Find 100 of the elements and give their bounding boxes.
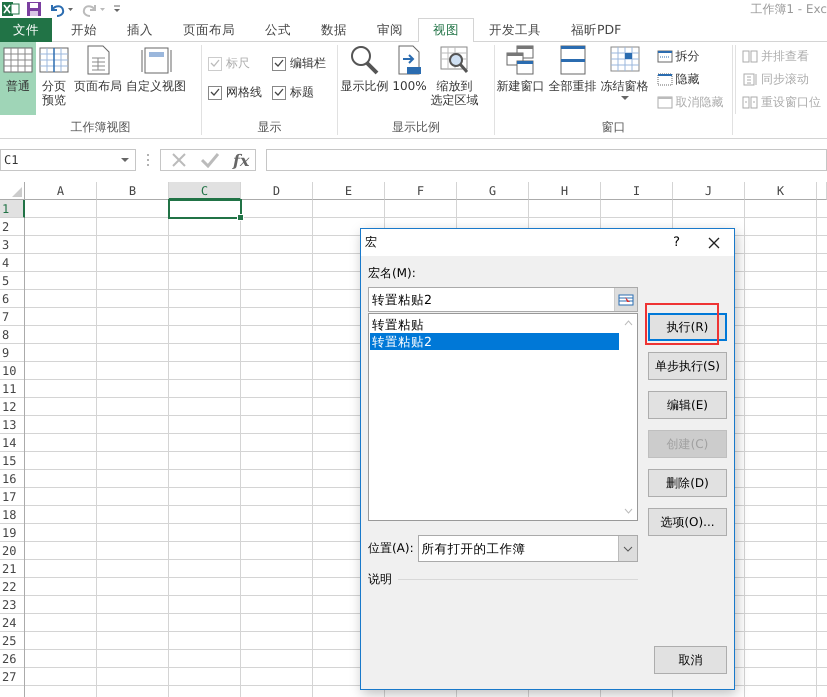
help-button[interactable]: ? (659, 235, 694, 250)
ribbon-tab[interactable]: 数据 (306, 18, 362, 42)
row-header[interactable]: 26 (0, 650, 24, 668)
macro-list-item[interactable]: 转置粘贴2 (370, 333, 619, 350)
fill-handle[interactable] (237, 214, 244, 221)
dialog-button[interactable]: 执行(R) (648, 313, 727, 341)
name-box[interactable]: C1 (0, 149, 136, 171)
field-label: 宏名(M): (368, 265, 417, 282)
dialog-button[interactable]: 选项(O)... (648, 508, 727, 536)
row-header[interactable]: 12 (0, 398, 24, 416)
checkbox[interactable] (208, 86, 222, 100)
ribbon-small-button[interactable]: 隐藏 (654, 70, 726, 89)
macro-list[interactable]: 转置粘贴 转置粘贴2 (368, 313, 638, 521)
group-label: 工作簿视图 (69, 119, 132, 135)
macro-name-field[interactable]: 转置粘贴2 (368, 287, 638, 312)
ribbon-tab[interactable]: 审阅 (362, 18, 418, 42)
ribbon-button[interactable]: 普通 (0, 42, 36, 115)
ribbon-button[interactable]: 100% (390, 42, 429, 115)
ribbon-button[interactable]: 新建窗口 (494, 42, 547, 115)
ribbon-tab[interactable]: 公式 (250, 18, 306, 42)
chevron-down-icon (623, 546, 633, 552)
row-header[interactable]: 27 (0, 668, 24, 686)
cancel-button[interactable]: 取消 (654, 646, 727, 674)
checkbox[interactable] (272, 56, 286, 70)
ribbon-tab[interactable]: 文件 (0, 18, 52, 42)
column-header[interactable]: J (673, 182, 745, 200)
column-header[interactable]: F (385, 182, 457, 200)
selected-cell[interactable] (168, 199, 242, 219)
ribbon-button[interactable]: 全部重排 (546, 42, 599, 115)
row-header[interactable]: 21 (0, 560, 24, 578)
row-header[interactable]: 23 (0, 596, 24, 614)
dialog-button[interactable]: 编辑(E) (648, 391, 727, 419)
reset-window-icon (742, 95, 758, 110)
formula-input[interactable] (266, 149, 827, 171)
row-header[interactable]: 13 (0, 416, 24, 434)
group-label: 显示 (256, 119, 283, 135)
ribbon-button[interactable]: 自定义视图 (124, 42, 188, 115)
ribbon-tab[interactable]: 福昕PDF (556, 18, 636, 42)
column-header[interactable]: C (169, 182, 241, 200)
column-header[interactable]: H (529, 182, 601, 200)
magnifier-icon (348, 44, 380, 76)
checkbox-option[interactable]: 编辑栏 (272, 55, 326, 72)
row-header[interactable]: 6 (0, 290, 24, 308)
row-header[interactable]: 22 (0, 578, 24, 596)
row-header[interactable]: 7 (0, 308, 24, 326)
row-header[interactable]: 18 (0, 506, 24, 524)
ribbon-button[interactable]: 显示比例 (338, 42, 390, 115)
close-icon (708, 236, 720, 248)
check-icon[interactable] (201, 152, 219, 168)
column-header[interactable]: E (313, 182, 385, 200)
macro-list-item[interactable]: 转置粘贴 (370, 316, 619, 333)
row-header[interactable]: 1 (0, 200, 25, 218)
row-header[interactable]: 2 (0, 218, 24, 236)
checkbox[interactable] (272, 86, 286, 100)
column-header[interactable]: D (241, 182, 313, 200)
ribbon-button[interactable]: 冻结窗格 (598, 42, 651, 115)
ribbon-button[interactable]: 分页 预览 (36, 42, 72, 115)
ribbon-button[interactable]: 缩放到 选定区域 (428, 42, 481, 115)
ribbon-button[interactable]: 页面布局 (72, 42, 124, 115)
check-icon (210, 59, 220, 68)
row-header[interactable]: 10 (0, 362, 24, 380)
window-title: 工作簿1 - Exc (750, 0, 827, 18)
ribbon-tab[interactable]: 开发工具 (474, 18, 556, 42)
column-header[interactable]: K (745, 182, 817, 200)
row-header[interactable]: 3 (0, 236, 24, 254)
row-header[interactable]: 25 (0, 632, 24, 650)
row-header[interactable]: 16 (0, 470, 24, 488)
dialog-button[interactable]: 单步执行(S) (648, 352, 727, 380)
split-icon (656, 49, 673, 64)
row-header[interactable]: 5 (0, 272, 24, 290)
ribbon-tab[interactable]: 插入 (112, 18, 168, 42)
caret-icon (121, 158, 129, 162)
row-header[interactable]: 20 (0, 542, 24, 560)
row-header[interactable]: 19 (0, 524, 24, 542)
row-header[interactable]: 8 (0, 326, 24, 344)
checkbox-option[interactable]: 标题 (272, 84, 326, 101)
ribbon-tab[interactable]: 页面布局 (168, 18, 250, 42)
row-header[interactable]: 15 (0, 452, 24, 470)
ribbon-tab[interactable]: 开始 (56, 18, 112, 42)
dialog-title: 宏 (365, 234, 377, 251)
column-header[interactable]: G (457, 182, 529, 200)
location-dropdown[interactable]: 所有打开的工作簿 (418, 535, 638, 562)
insert-function-button[interactable]: fx (233, 150, 250, 170)
column-header[interactable]: A (25, 182, 97, 200)
row-header[interactable]: 24 (0, 614, 24, 632)
row-header[interactable]: 14 (0, 434, 24, 452)
checkbox-option[interactable]: 网格线 (208, 84, 262, 101)
row-header[interactable]: 9 (0, 344, 24, 362)
row-header[interactable]: 4 (0, 254, 24, 272)
row-header[interactable]: 17 (0, 488, 24, 506)
corner-triangle-icon (12, 187, 22, 197)
save-icon[interactable] (26, 1, 42, 17)
sync-scroll-icon (742, 72, 758, 87)
ribbon-tab[interactable]: 视图 (418, 18, 474, 42)
range-picker-button[interactable] (614, 288, 637, 311)
dialog-button[interactable]: 删除(D) (648, 469, 727, 497)
row-header[interactable]: 11 (0, 380, 24, 398)
zoom-grid-icon (438, 44, 471, 76)
ribbon-small-button[interactable]: 拆分 (654, 47, 726, 66)
column-header[interactable]: I (601, 182, 673, 200)
